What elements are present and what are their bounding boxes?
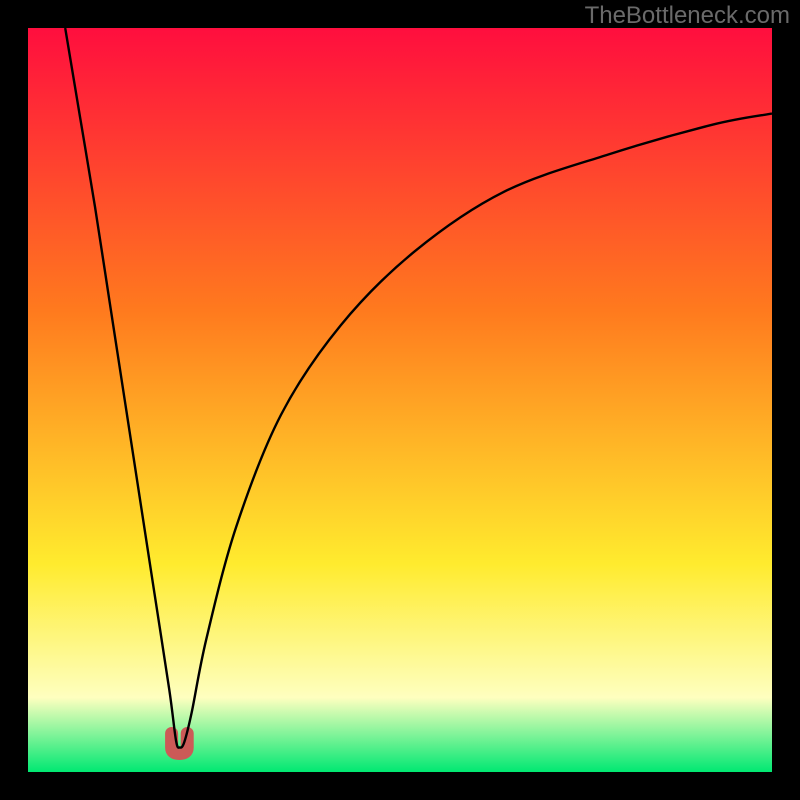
chart-svg bbox=[28, 28, 772, 772]
plot-area bbox=[28, 28, 772, 772]
watermark-label: TheBottleneck.com bbox=[585, 2, 790, 30]
chart-container: TheBottleneck.com bbox=[0, 0, 800, 800]
